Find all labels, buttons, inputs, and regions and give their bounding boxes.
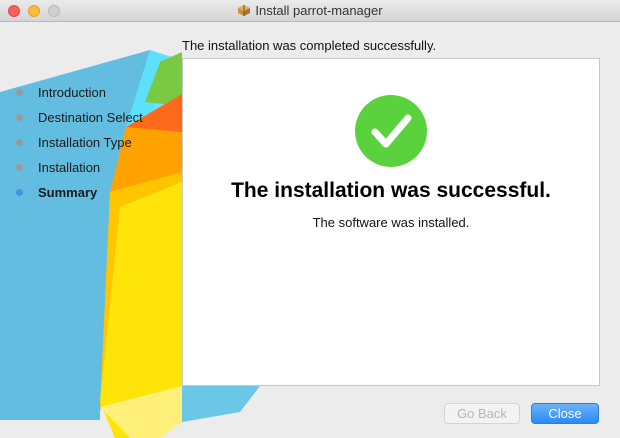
step-label: Installation Type <box>38 135 132 150</box>
step-label: Destination Select <box>38 110 143 125</box>
content-panel: The installation was successful. The sof… <box>182 58 600 386</box>
step-bullet-icon <box>16 164 23 171</box>
step-label: Summary <box>38 185 98 200</box>
window-title: Install parrot-manager <box>255 3 383 18</box>
installer-window: Install parrot-manager The installation … <box>0 0 620 438</box>
active-step-bullet-icon <box>16 189 23 196</box>
step-bullet-icon <box>16 139 23 146</box>
step-bullet-icon <box>16 114 23 121</box>
step-destination-select: Destination Select <box>16 105 143 130</box>
step-label: Introduction <box>38 85 106 100</box>
close-button[interactable]: Close <box>531 403 599 424</box>
step-summary: Summary <box>16 180 143 205</box>
go-back-button[interactable]: Go Back <box>444 403 520 424</box>
success-message: The software was installed. <box>312 215 470 230</box>
success-headline: The installation was successful. <box>231 179 551 202</box>
page-subtitle: The installation was completed successfu… <box>182 38 437 53</box>
step-installation-type: Installation Type <box>16 130 143 155</box>
step-installation: Installation <box>16 155 143 180</box>
window-title-container: Install parrot-manager <box>0 3 620 21</box>
step-label: Installation <box>38 160 101 175</box>
step-introduction: Introduction <box>16 80 143 105</box>
title-bar: Install parrot-manager <box>0 0 620 22</box>
step-bullet-icon <box>16 89 23 96</box>
installer-steps: Introduction Destination Select Installa… <box>16 80 143 205</box>
checkmark-icon <box>355 95 427 167</box>
package-icon <box>237 4 251 21</box>
